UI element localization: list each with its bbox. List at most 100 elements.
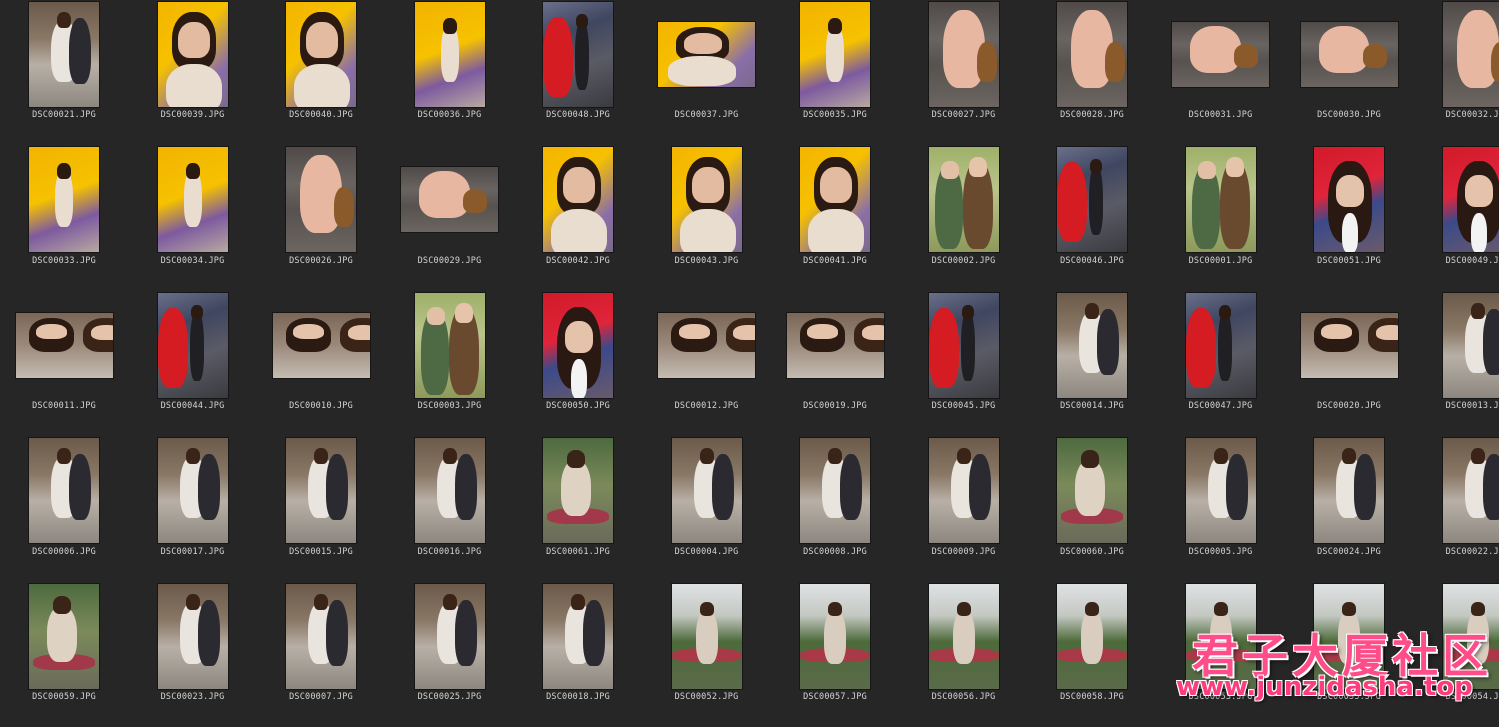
file-thumbnail-item[interactable]: DSC00048.JPG: [514, 0, 642, 145]
photo-thumbnail[interactable]: [29, 2, 99, 107]
photo-thumbnail[interactable]: [1057, 438, 1127, 543]
photo-thumbnail[interactable]: [1186, 147, 1256, 252]
file-thumbnail-item[interactable]: DSC00005.JPG: [1157, 437, 1285, 582]
file-thumbnail-item[interactable]: DSC00027.JPG: [900, 0, 1028, 145]
photo-thumbnail[interactable]: [1186, 438, 1256, 543]
photo-thumbnail[interactable]: [1443, 2, 1499, 107]
file-thumbnail-item[interactable]: DSC00042.JPG: [514, 146, 642, 291]
file-thumbnail-item[interactable]: DSC00045.JPG: [900, 291, 1028, 436]
file-thumbnail-item[interactable]: DSC00026.JPG: [257, 146, 385, 291]
file-thumbnail-item[interactable]: DSC00006.JPG: [0, 437, 128, 582]
file-thumbnail-item[interactable]: DSC00043.JPG: [643, 146, 771, 291]
file-thumbnail-item[interactable]: DSC00008.JPG: [771, 437, 899, 582]
file-thumbnail-item[interactable]: DSC00039.JPG: [129, 0, 257, 145]
photo-thumbnail[interactable]: [543, 147, 613, 252]
photo-thumbnail[interactable]: [787, 313, 884, 378]
file-thumbnail-item[interactable]: DSC00044.JPG: [129, 291, 257, 436]
photo-thumbnail[interactable]: [929, 584, 999, 689]
file-thumbnail-item[interactable]: DSC00060.JPG: [1028, 437, 1156, 582]
file-thumbnail-item[interactable]: DSC00057.JPG: [771, 582, 899, 727]
photo-thumbnail[interactable]: [415, 438, 485, 543]
file-thumbnail-item[interactable]: DSC00013.JPG: [1414, 291, 1499, 436]
file-thumbnail-item[interactable]: DSC00032.JPG: [1414, 0, 1499, 145]
photo-thumbnail[interactable]: [543, 584, 613, 689]
file-thumbnail-item[interactable]: DSC00023.JPG: [129, 582, 257, 727]
photo-thumbnail[interactable]: [672, 438, 742, 543]
file-thumbnail-item[interactable]: DSC00015.JPG: [257, 437, 385, 582]
photo-thumbnail[interactable]: [800, 2, 870, 107]
file-thumbnail-item[interactable]: DSC00037.JPG: [643, 0, 771, 145]
file-thumbnail-item[interactable]: DSC00050.JPG: [514, 291, 642, 436]
file-thumbnail-item[interactable]: DSC00040.JPG: [257, 0, 385, 145]
photo-thumbnail[interactable]: [286, 147, 356, 252]
photo-thumbnail[interactable]: [1301, 22, 1398, 87]
photo-thumbnail[interactable]: [273, 313, 370, 378]
file-thumbnail-item[interactable]: DSC00016.JPG: [386, 437, 514, 582]
file-thumbnail-item[interactable]: DSC00010.JPG: [257, 291, 385, 436]
file-thumbnail-item[interactable]: DSC00056.JPG: [900, 582, 1028, 727]
file-thumbnail-item[interactable]: DSC00028.JPG: [1028, 0, 1156, 145]
photo-thumbnail[interactable]: [29, 147, 99, 252]
file-thumbnail-item[interactable]: DSC00017.JPG: [129, 437, 257, 582]
photo-thumbnail[interactable]: [929, 438, 999, 543]
file-thumbnail-item[interactable]: DSC00007.JPG: [257, 582, 385, 727]
photo-thumbnail[interactable]: [415, 293, 485, 398]
photo-thumbnail[interactable]: [929, 293, 999, 398]
file-thumbnail-item[interactable]: DSC00009.JPG: [900, 437, 1028, 582]
file-thumbnail-item[interactable]: DSC00020.JPG: [1285, 291, 1413, 436]
file-thumbnail-item[interactable]: DSC00049.JPG: [1414, 146, 1499, 291]
file-thumbnail-item[interactable]: DSC00052.JPG: [643, 582, 771, 727]
photo-thumbnail[interactable]: [158, 2, 228, 107]
photo-thumbnail[interactable]: [1443, 438, 1499, 543]
photo-thumbnail[interactable]: [672, 584, 742, 689]
file-thumbnail-item[interactable]: DSC00022.JPG: [1414, 437, 1499, 582]
photo-thumbnail[interactable]: [672, 147, 742, 252]
photo-thumbnail[interactable]: [29, 584, 99, 689]
photo-thumbnail[interactable]: [929, 2, 999, 107]
photo-thumbnail[interactable]: [286, 2, 356, 107]
file-thumbnail-item[interactable]: DSC00029.JPG: [386, 146, 514, 291]
photo-thumbnail[interactable]: [286, 438, 356, 543]
file-thumbnail-item[interactable]: DSC00011.JPG: [0, 291, 128, 436]
file-thumbnail-item[interactable]: DSC00033.JPG: [0, 146, 128, 291]
photo-thumbnail[interactable]: [29, 438, 99, 543]
file-thumbnail-item[interactable]: DSC00031.JPG: [1157, 0, 1285, 145]
photo-thumbnail[interactable]: [800, 438, 870, 543]
file-thumbnail-item[interactable]: DSC00019.JPG: [771, 291, 899, 436]
photo-thumbnail[interactable]: [1057, 2, 1127, 107]
file-thumbnail-item[interactable]: DSC00024.JPG: [1285, 437, 1413, 582]
photo-thumbnail[interactable]: [1301, 313, 1398, 378]
photo-thumbnail[interactable]: [415, 2, 485, 107]
file-thumbnail-item[interactable]: DSC00018.JPG: [514, 582, 642, 727]
file-thumbnail-item[interactable]: DSC00021.JPG: [0, 0, 128, 145]
file-thumbnail-item[interactable]: DSC00059.JPG: [0, 582, 128, 727]
file-thumbnail-item[interactable]: DSC00034.JPG: [129, 146, 257, 291]
photo-thumbnail[interactable]: [800, 147, 870, 252]
file-thumbnail-item[interactable]: DSC00012.JPG: [643, 291, 771, 436]
file-thumbnail-item[interactable]: DSC00041.JPG: [771, 146, 899, 291]
file-thumbnail-item[interactable]: DSC00025.JPG: [386, 582, 514, 727]
photo-thumbnail[interactable]: [1057, 293, 1127, 398]
photo-thumbnail[interactable]: [543, 2, 613, 107]
file-thumbnail-item[interactable]: DSC00030.JPG: [1285, 0, 1413, 145]
photo-thumbnail[interactable]: [658, 22, 755, 87]
photo-thumbnail[interactable]: [1443, 147, 1499, 252]
file-thumbnail-item[interactable]: DSC00051.JPG: [1285, 146, 1413, 291]
photo-thumbnail[interactable]: [158, 438, 228, 543]
photo-thumbnail[interactable]: [1314, 147, 1384, 252]
photo-thumbnail[interactable]: [543, 293, 613, 398]
file-thumbnail-item[interactable]: DSC00003.JPG: [386, 291, 514, 436]
photo-thumbnail[interactable]: [1172, 22, 1269, 87]
photo-thumbnail[interactable]: [800, 584, 870, 689]
photo-thumbnail[interactable]: [415, 584, 485, 689]
photo-thumbnail[interactable]: [158, 147, 228, 252]
photo-thumbnail[interactable]: [1314, 438, 1384, 543]
file-thumbnail-item[interactable]: DSC00035.JPG: [771, 0, 899, 145]
file-thumbnail-item[interactable]: DSC00014.JPG: [1028, 291, 1156, 436]
photo-thumbnail[interactable]: [16, 313, 113, 378]
file-thumbnail-item[interactable]: DSC00002.JPG: [900, 146, 1028, 291]
file-thumbnail-item[interactable]: DSC00036.JPG: [386, 0, 514, 145]
file-thumbnail-item[interactable]: DSC00047.JPG: [1157, 291, 1285, 436]
file-thumbnail-item[interactable]: DSC00061.JPG: [514, 437, 642, 582]
photo-thumbnail[interactable]: [401, 167, 498, 232]
